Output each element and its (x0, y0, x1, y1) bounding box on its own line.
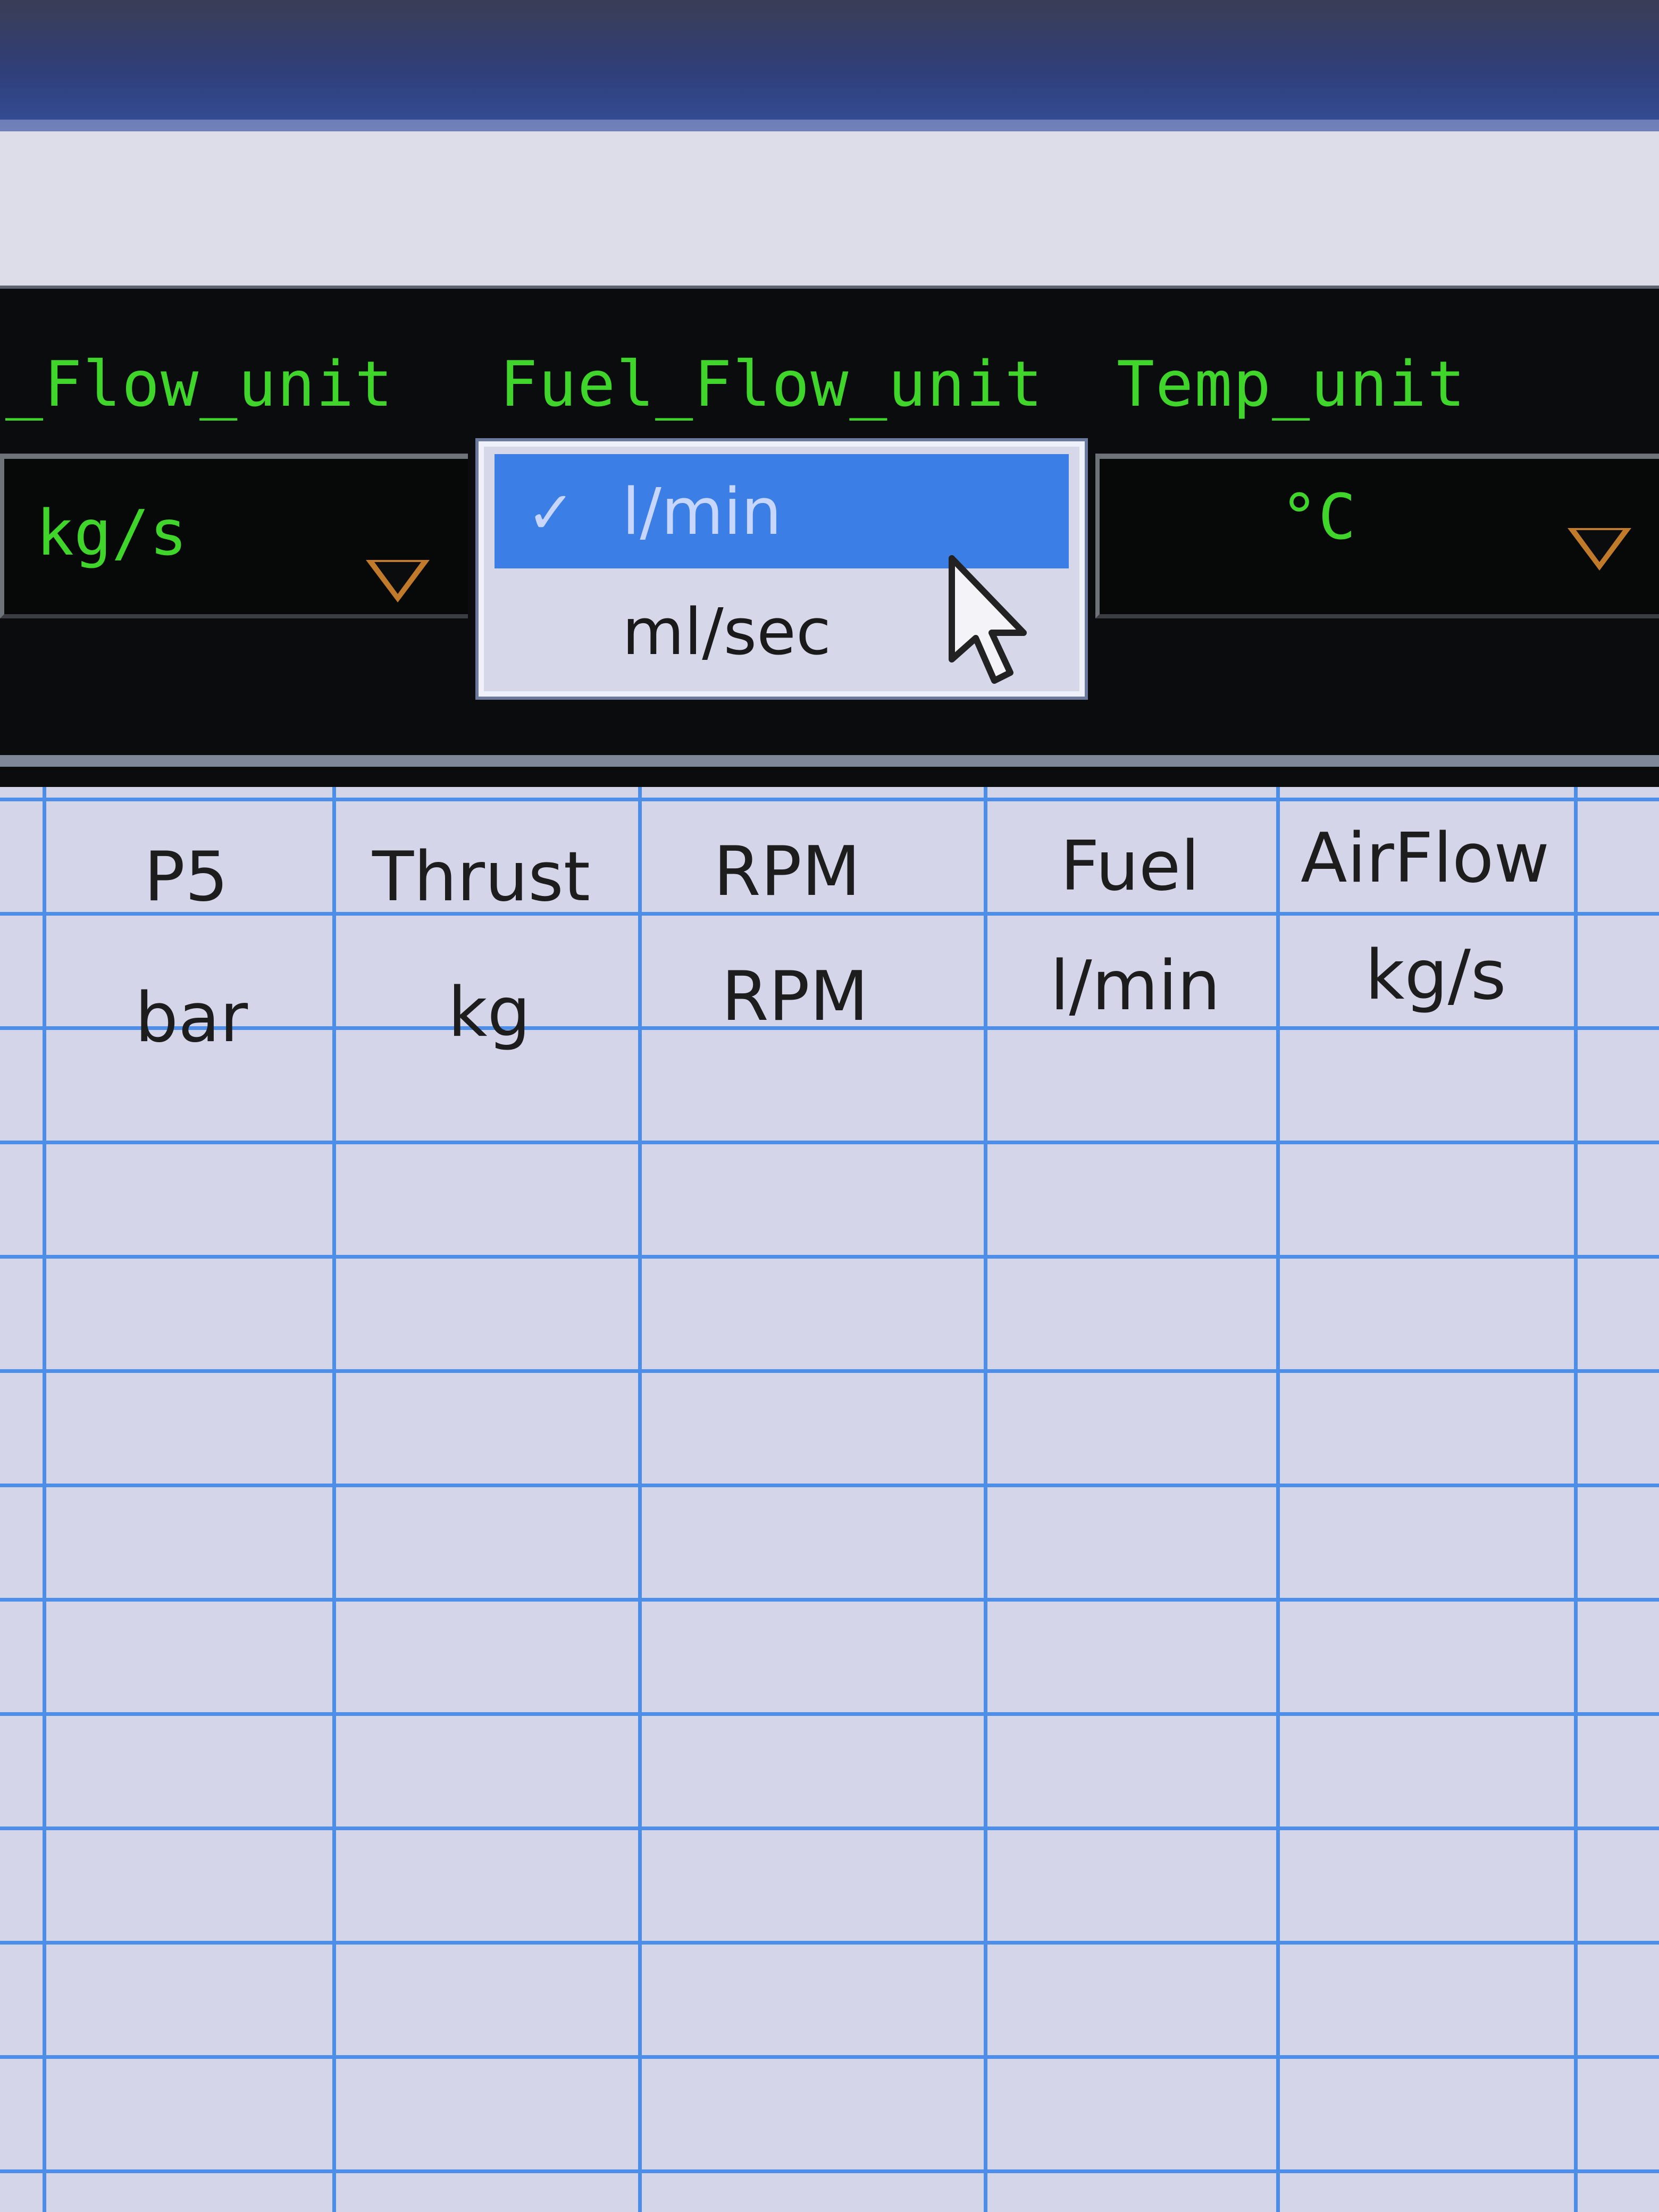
column-header-thrust[interactable]: Thrust (338, 837, 625, 917)
air-flow-unit-select[interactable]: kg/s (0, 454, 468, 618)
column-header-p5[interactable]: P5 (43, 837, 330, 917)
table-row-divider (0, 1712, 1659, 1716)
column-unit-rpm: RPM (721, 957, 869, 1036)
title-bar-edge (0, 120, 1659, 131)
table-row-divider (0, 1255, 1659, 1259)
checkmark-icon: ✓ (526, 479, 576, 547)
table-row-divider (0, 1484, 1659, 1487)
table-column-divider (984, 787, 987, 2212)
temp-unit-value: °C (1280, 480, 1356, 554)
toolbar-strip (0, 131, 1659, 286)
column-unit-airflow: kg/s (1365, 936, 1506, 1015)
fuel-flow-unit-label: Fuel_Flow_unit (500, 347, 1044, 421)
temp-unit-label: Temp_unit (1117, 347, 1467, 421)
mouse-pointer-icon (949, 555, 1027, 684)
dropdown-triangle-icon[interactable] (1568, 528, 1631, 571)
table-row-divider (0, 2055, 1659, 2059)
temp-unit-select[interactable]: °C (1095, 454, 1659, 618)
table-column-divider (638, 787, 642, 2212)
column-header-fuel[interactable]: Fuel (986, 827, 1273, 906)
column-unit-thrust: kg (448, 973, 531, 1052)
table-row-divider (0, 798, 1659, 801)
panel-bottom-edge (0, 755, 1659, 767)
air-flow-unit-label: _Flow_unit (5, 347, 394, 421)
dropdown-triangle-icon[interactable] (366, 560, 430, 602)
air-flow-unit-value: kg/s (36, 496, 188, 569)
dropdown-option-l-min[interactable]: ✓ l/min (495, 454, 1069, 568)
window-title-bar (0, 0, 1659, 122)
table-row-divider (0, 1598, 1659, 1602)
table-row-divider (0, 1941, 1659, 1945)
dropdown-option-label: ml/sec (622, 596, 831, 669)
column-unit-fuel: l/min (1050, 946, 1221, 1026)
table-row-divider (0, 1369, 1659, 1373)
dropdown-option-label: l/min (622, 475, 782, 549)
table-row-divider (0, 1141, 1659, 1144)
column-unit-p5: bar (135, 978, 248, 1058)
table-row-divider (0, 1826, 1659, 1830)
data-table: P5 Thrust RPM Fuel AirFlow bar kg RPM l/… (0, 787, 1659, 2212)
table-column-divider (43, 787, 46, 2212)
column-header-rpm[interactable]: RPM (643, 832, 931, 911)
table-row-divider (0, 2169, 1659, 2173)
column-header-airflow[interactable]: AirFlow (1281, 819, 1569, 898)
